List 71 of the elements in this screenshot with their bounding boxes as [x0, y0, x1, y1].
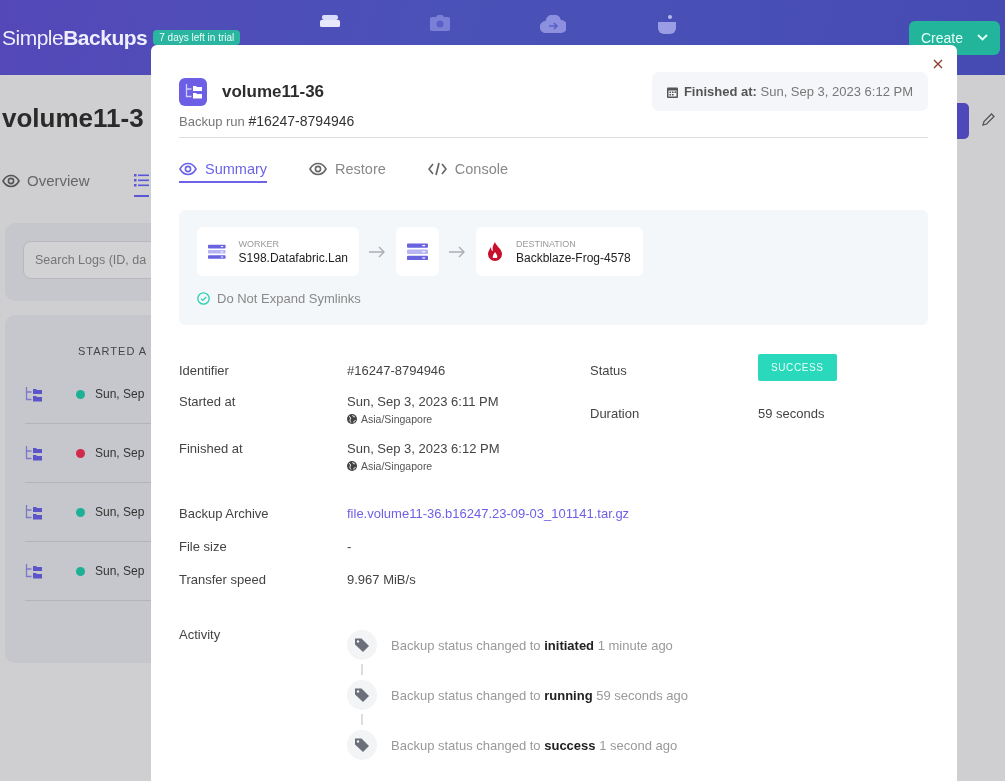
server-icon	[407, 242, 428, 261]
page-tab[interactable]	[133, 172, 149, 197]
eye-icon	[309, 162, 328, 176]
column-header: STARTED A	[78, 345, 149, 357]
detail-value: Sun, Sep 3, 2023 6:11 PM	[347, 394, 500, 409]
timezone: Asia/Singapore	[361, 460, 433, 472]
option-label: Do Not Expand Symlinks	[217, 291, 361, 306]
list-icon	[133, 174, 149, 187]
server-icon	[208, 242, 226, 261]
activity-text: Backup status changed to initiated 1 minute ago	[391, 637, 673, 653]
table-cell: Sun, Sep	[95, 387, 145, 401]
folder-tree-icon	[25, 445, 42, 461]
dialog-tab[interactable]: Summary	[179, 161, 268, 183]
trial-badge: 7 days left in trial	[153, 30, 241, 45]
detail-label: Transfer speed	[179, 572, 267, 587]
activity-text: Backup status changed to running 59 seconds ago	[391, 687, 688, 703]
dialog-title: volume11-36	[222, 81, 325, 102]
dialog-tab[interactable]: Console	[427, 161, 509, 183]
globe-icon	[347, 461, 357, 471]
arrow-icon	[449, 245, 466, 258]
detail-value: 9.967 MiB/s	[347, 572, 417, 587]
page-tab[interactable]: Overview	[2, 172, 90, 197]
table-cell: Sun, Sep	[95, 505, 145, 519]
page-title: volume11-3	[2, 103, 144, 134]
detail-label: File size	[179, 539, 228, 554]
archive-link[interactable]: file.volume11-36.b16247.23-09-03_101141.tar.gz	[347, 506, 928, 521]
pencil-icon[interactable]	[982, 113, 995, 126]
destination-name: Backblaze-Frog-4578	[516, 250, 631, 265]
worker-name: S198.Datafabric.Lan	[238, 250, 348, 265]
tag-icon	[347, 730, 377, 760]
detail-value: Sun, Sep 3, 2023 6:12 PM	[347, 441, 501, 456]
tag-icon	[347, 630, 377, 660]
timezone: Asia/Singapore	[361, 413, 433, 425]
backup-run-id: Backup run #16247-8794946	[179, 114, 355, 129]
eye-icon	[179, 162, 197, 176]
status-badge: SUCCESS	[758, 354, 837, 381]
detail-label: Duration	[590, 406, 641, 421]
chevron-down-icon	[977, 34, 988, 41]
worker-label: WORKER	[238, 238, 281, 249]
action-button[interactable]	[957, 103, 969, 139]
table-cell: Sun, Sep	[95, 446, 145, 460]
destination-label: DESTINATION	[516, 238, 577, 249]
finished-at-text: Finished at: Sun, Sep 3, 2023 6:12 PM	[683, 84, 913, 99]
dialog-tab[interactable]: Restore	[309, 161, 386, 183]
cloud-icon[interactable]	[540, 15, 567, 33]
detail-label: Identifier	[179, 363, 230, 378]
globe-icon	[347, 414, 357, 424]
detail-label: Finished at	[179, 441, 244, 458]
pot-icon[interactable]	[656, 15, 679, 35]
camera-icon[interactable]	[430, 15, 451, 31]
folder-tree-icon	[184, 84, 202, 99]
logo: SimpleBackups	[2, 25, 148, 50]
detail-label: Backup Archive	[179, 506, 270, 521]
hard-drive-icon[interactable]	[320, 15, 341, 27]
folder-tree-icon	[25, 504, 42, 520]
detail-label: Status	[590, 363, 628, 380]
eye-icon	[2, 173, 20, 188]
detail-label: Started at	[179, 394, 237, 411]
arrow-icon	[369, 245, 386, 258]
code-icon	[427, 162, 447, 176]
folder-tree-icon	[25, 563, 42, 579]
table-cell: Sun, Sep	[95, 564, 145, 578]
calendar-icon	[666, 85, 678, 98]
folder-tree-icon	[25, 386, 42, 402]
detail-value: 59 seconds	[758, 406, 826, 421]
detail-value: #16247-8794946	[347, 363, 447, 378]
activity-text: Backup status changed to success 1 second ago	[391, 737, 678, 753]
flame-icon	[487, 242, 503, 261]
activity-label: Activity	[179, 627, 222, 644]
detail-value: -	[347, 539, 353, 554]
tag-icon	[347, 680, 377, 710]
